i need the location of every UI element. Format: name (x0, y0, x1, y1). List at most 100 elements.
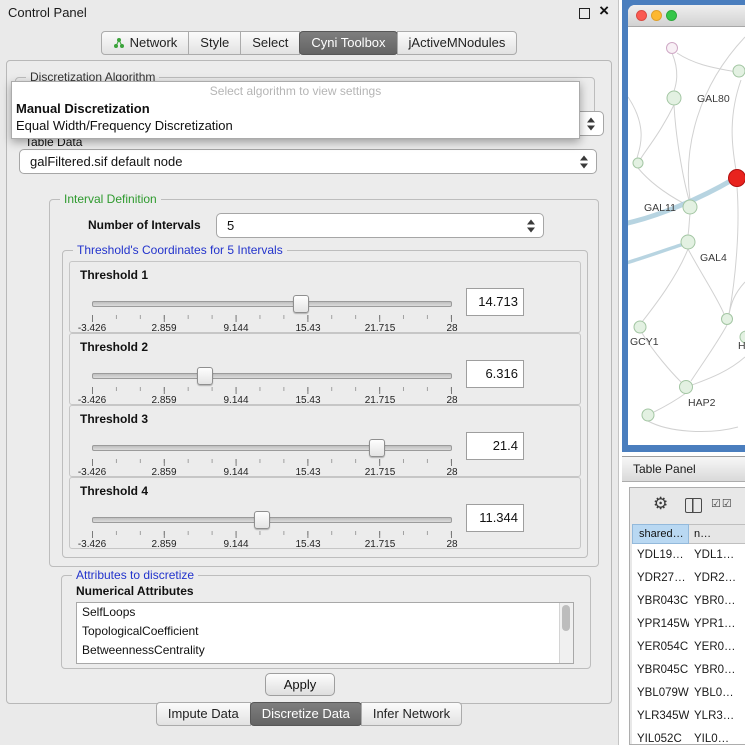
close-icon[interactable]: × (599, 2, 609, 20)
table-row[interactable]: YDR27… YDR2… (632, 567, 745, 590)
column-header-shared-name[interactable]: shared… (632, 524, 689, 544)
cell[interactable]: YER0… (689, 636, 745, 659)
network-node[interactable] (667, 91, 681, 105)
list-item[interactable]: SelfLoops (77, 603, 573, 622)
threshold-1-slider[interactable]: -3.426 2.859 9.144 15.43 21.715 28 (92, 292, 452, 330)
column-header-name[interactable]: n… (689, 524, 745, 544)
table-row[interactable]: YBR045C YBR0… (632, 659, 745, 682)
tab-infer-network[interactable]: Infer Network (361, 702, 462, 726)
network-node[interactable] (681, 235, 695, 249)
threshold-4-box: Threshold 4 -3.426 2.859 9.144 15.43 21.… (69, 477, 581, 549)
network-window-titlebar[interactable] (628, 5, 745, 27)
threshold-4-slider[interactable]: -3.426 2.859 9.144 15.43 21.715 28 (92, 508, 452, 546)
tab-cyni-toolbox[interactable]: Cyni Toolbox (299, 31, 397, 55)
dropdown-option-manual-discretization[interactable]: Manual Discretization (12, 100, 579, 117)
threshold-2-value-field[interactable]: 6.316 (466, 360, 524, 388)
cell[interactable]: YER054C (632, 636, 689, 659)
list-item[interactable]: BetweennessCentrality (77, 641, 573, 660)
cell[interactable]: YDL1… (689, 544, 745, 567)
tab-style[interactable]: Style (188, 31, 241, 55)
tab-network[interactable]: Network (101, 31, 190, 55)
columns-icon[interactable] (685, 498, 702, 513)
cell[interactable]: YBR045C (632, 659, 689, 682)
slider-thumb[interactable] (254, 511, 270, 529)
list-item[interactable]: TopologicalCoefficient (77, 622, 573, 641)
apply-button[interactable]: Apply (265, 673, 335, 696)
cell[interactable]: YBR0… (689, 590, 745, 613)
cell[interactable]: YBL0… (689, 682, 745, 705)
table-row[interactable]: YPR145W YPR1… (632, 613, 745, 636)
interval-definition-group: Interval Definition Number of Intervals … (49, 199, 599, 567)
slider-thumb[interactable] (293, 295, 309, 313)
table-panel-titlebar[interactable]: Table Panel (622, 456, 745, 482)
cell[interactable]: YPR1… (689, 613, 745, 636)
slider-track (92, 373, 452, 379)
minimize-traffic-light-icon[interactable] (651, 10, 662, 21)
float-window-icon[interactable] (579, 8, 590, 19)
network-node[interactable] (733, 65, 745, 77)
table-row[interactable]: YDL19… YDL1… (632, 544, 745, 567)
zoom-traffic-light-icon[interactable] (666, 10, 677, 21)
cell[interactable]: YLR3… (689, 705, 745, 728)
network-canvas[interactable]: GAL80GAL11GAL4GCY1H…HAP2 (628, 27, 745, 445)
slider-ticks (92, 387, 452, 394)
tab-jactivemnodules[interactable]: jActiveMNodules (397, 31, 518, 55)
network-view-frame: GAL80GAL11GAL4GCY1H…HAP2 (622, 0, 745, 452)
slider-thumb[interactable] (197, 367, 213, 385)
threshold-2-slider[interactable]: -3.426 2.859 9.144 15.43 21.715 28 (92, 364, 452, 402)
window-title: Control Panel (8, 5, 87, 20)
cell[interactable]: YBL079W (632, 682, 689, 705)
slider-ticks (92, 315, 452, 322)
threshold-label: Threshold 2 (80, 340, 148, 354)
slider-ticks (92, 459, 452, 466)
close-traffic-light-icon[interactable] (636, 10, 647, 21)
network-node[interactable] (722, 314, 733, 325)
cell[interactable]: YIL052C (632, 728, 689, 744)
cell[interactable]: YBR0… (689, 659, 745, 682)
dropdown-option-equal-width[interactable]: Equal Width/Frequency Discretization (12, 117, 579, 134)
cell[interactable]: YIL0… (689, 728, 745, 744)
table-row[interactable]: YBR043C YBR0… (632, 590, 745, 613)
network-node[interactable] (642, 409, 654, 421)
threshold-4-value-field[interactable]: 11.344 (466, 504, 524, 532)
cell[interactable]: YDR27… (632, 567, 689, 590)
cell[interactable]: YDL19… (632, 544, 689, 567)
table-row[interactable]: YIL052C YIL0… (632, 728, 745, 744)
cell[interactable]: YDR2… (689, 567, 745, 590)
network-node-label: H… (738, 340, 745, 352)
dropdown-hint: Select algorithm to view settings (12, 82, 579, 100)
threshold-1-box: Threshold 1 -3.426 2.859 9.144 15.43 21.… (69, 261, 581, 333)
threshold-3-slider[interactable]: -3.426 2.859 9.144 15.43 21.715 28 (92, 436, 452, 474)
slider-ticks (92, 531, 452, 538)
table-row[interactable]: YLR345W YLR3… (632, 705, 745, 728)
cell[interactable]: YLR345W (632, 705, 689, 728)
attributes-group: Attributes to discretize Numerical Attri… (61, 575, 591, 669)
network-node[interactable] (667, 43, 678, 54)
network-node[interactable] (634, 321, 646, 333)
table-row[interactable]: YBL079W YBL0… (632, 682, 745, 705)
tab-impute-data[interactable]: Impute Data (156, 702, 251, 726)
attributes-scrollbar[interactable] (559, 603, 573, 663)
gear-icon[interactable]: ⚙ (653, 494, 668, 514)
network-node[interactable] (633, 158, 643, 168)
tab-select[interactable]: Select (240, 31, 300, 55)
cell[interactable]: YBR043C (632, 590, 689, 613)
threshold-2-box: Threshold 2 -3.426 2.859 9.144 15.43 21.… (69, 333, 581, 405)
table-data-combobox[interactable]: galFiltered.sif default node (19, 149, 597, 174)
checkbox-icons[interactable]: ☑☑ (711, 497, 733, 510)
table-row[interactable]: YER054C YER0… (632, 636, 745, 659)
cell[interactable]: YPR145W (632, 613, 689, 636)
scrollbar-thumb[interactable] (562, 605, 570, 631)
slider-thumb[interactable] (369, 439, 385, 457)
threshold-1-value-field[interactable]: 14.713 (466, 288, 524, 316)
network-node[interactable] (683, 200, 697, 214)
network-node[interactable] (729, 170, 745, 187)
network-node-label: GAL80 (697, 93, 730, 105)
slider-track (92, 445, 452, 451)
network-node[interactable] (680, 381, 693, 394)
threshold-3-value-field[interactable]: 21.4 (466, 432, 524, 460)
scale-tick-label: 21.715 (365, 539, 396, 550)
tab-discretize-data[interactable]: Discretize Data (250, 702, 362, 726)
numerical-attributes-label: Numerical Attributes (76, 584, 194, 598)
number-of-intervals-spinner[interactable]: 5 (216, 213, 544, 238)
